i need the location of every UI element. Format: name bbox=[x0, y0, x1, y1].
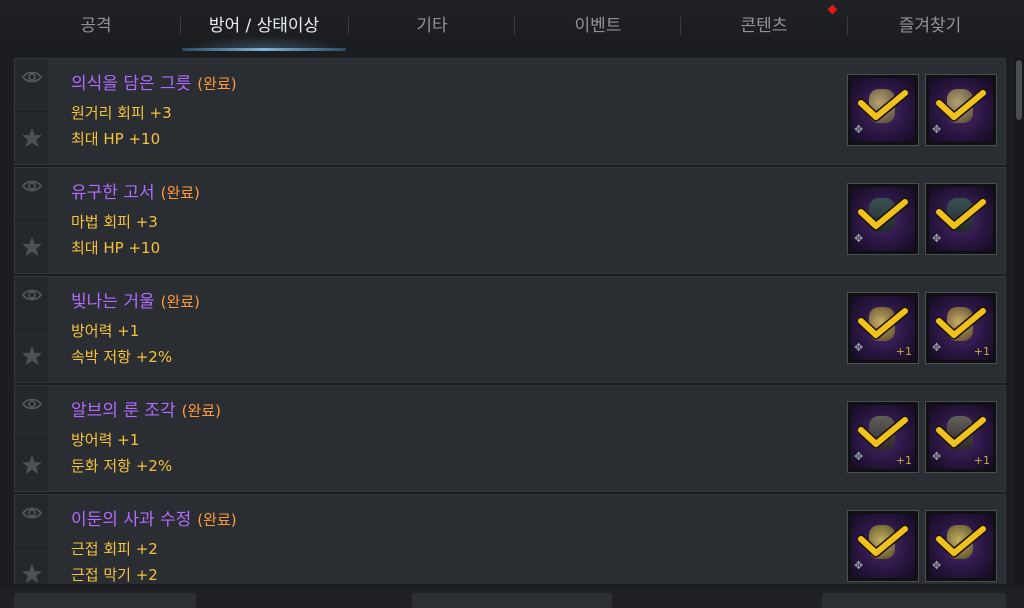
collection-item: 빛나는 거울 (완료) 방어력 +1 속박 저항 +2% ✥ +1 ✥ +1 bbox=[14, 276, 1006, 383]
tab-attack[interactable]: 공격 bbox=[14, 0, 178, 52]
item-side-controls bbox=[15, 277, 50, 382]
item-slot[interactable]: ✥ bbox=[847, 183, 919, 255]
check-icon bbox=[858, 89, 908, 122]
move-icon: ✥ bbox=[854, 232, 864, 245]
tab-content[interactable]: 콘텐츠 bbox=[682, 0, 846, 52]
check-icon bbox=[858, 307, 908, 340]
item-slot[interactable]: ✥ bbox=[847, 74, 919, 146]
star-icon[interactable] bbox=[15, 112, 49, 164]
item-slot[interactable]: ✥ +1 bbox=[847, 401, 919, 473]
item-title: 빛나는 거울 bbox=[71, 292, 155, 312]
item-stat: 속박 저항 +2% bbox=[71, 348, 173, 366]
item-stat: 방어력 +1 bbox=[71, 431, 140, 449]
item-side-controls bbox=[15, 59, 50, 164]
star-icon[interactable] bbox=[15, 439, 49, 491]
tab-divider bbox=[180, 17, 181, 35]
eye-icon[interactable] bbox=[15, 277, 49, 329]
collection-item: 유구한 고서 (완료) 마법 회피 +3 최대 HP +10 ✥ ✥ bbox=[14, 167, 1006, 274]
bottom-tab bbox=[412, 593, 612, 608]
item-slot[interactable]: ✥ bbox=[925, 510, 997, 582]
item-status: (완료) bbox=[160, 184, 200, 202]
bottom-bar bbox=[0, 590, 1024, 608]
move-icon: ✥ bbox=[932, 232, 942, 245]
collection-list: 의식을 담은 그릇 (완료) 원거리 회피 +3 최대 HP +10 ✥ ✥ 유구한 고서 (… bbox=[14, 58, 1006, 584]
collection-item: 의식을 담은 그릇 (완료) 원거리 회피 +3 최대 HP +10 ✥ ✥ bbox=[14, 58, 1006, 165]
eye-icon[interactable] bbox=[15, 386, 49, 438]
item-slot[interactable]: ✥ bbox=[925, 183, 997, 255]
item-slot[interactable]: ✥ bbox=[847, 510, 919, 582]
item-status: (완료) bbox=[160, 293, 200, 311]
star-icon[interactable] bbox=[15, 548, 49, 584]
scrollbar[interactable] bbox=[1014, 58, 1024, 584]
tab-divider bbox=[514, 17, 515, 35]
item-title: 의식을 담은 그릇 bbox=[71, 74, 192, 94]
item-title-row: 알브의 룬 조각 (완료) bbox=[71, 396, 221, 421]
item-stat: 근접 회피 +2 bbox=[71, 540, 158, 558]
item-slot[interactable]: ✥ bbox=[925, 74, 997, 146]
star-icon[interactable] bbox=[15, 221, 49, 273]
item-title-row: 의식을 담은 그릇 (완료) bbox=[71, 69, 237, 94]
item-title-row: 이둔의 사과 수정 (완료) bbox=[71, 505, 237, 530]
scroll-thumb[interactable] bbox=[1016, 60, 1022, 120]
move-icon: ✥ bbox=[932, 559, 942, 572]
item-title-row: 유구한 고서 (완료) bbox=[71, 178, 200, 203]
item-title: 알브의 룬 조각 bbox=[71, 401, 176, 421]
item-title-row: 빛나는 거울 (완료) bbox=[71, 287, 200, 312]
collection-item: 알브의 룬 조각 (완료) 방어력 +1 둔화 저항 +2% ✥ +1 ✥ +1 bbox=[14, 385, 1006, 492]
item-slot[interactable]: ✥ +1 bbox=[925, 292, 997, 364]
item-stat: 둔화 저항 +2% bbox=[71, 457, 173, 475]
item-status: (완료) bbox=[197, 75, 237, 93]
collection-item: 이둔의 사과 수정 (완료) 근접 회피 +2 근접 막기 +2 ✥ ✥ bbox=[14, 494, 1006, 584]
item-stat: 최대 HP +10 bbox=[71, 239, 161, 257]
check-icon bbox=[936, 416, 986, 449]
check-icon bbox=[936, 525, 986, 558]
eye-icon[interactable] bbox=[15, 59, 49, 111]
move-icon: ✥ bbox=[932, 341, 942, 354]
tab-divider bbox=[348, 17, 349, 35]
item-status: (완료) bbox=[181, 402, 221, 420]
item-status: (완료) bbox=[197, 511, 237, 529]
move-icon: ✥ bbox=[854, 123, 864, 136]
check-icon bbox=[936, 198, 986, 231]
slot-quantity: +1 bbox=[973, 454, 990, 467]
tab-etc[interactable]: 기타 bbox=[350, 0, 514, 52]
check-icon bbox=[936, 89, 986, 122]
tab-divider bbox=[680, 17, 681, 35]
item-side-controls bbox=[15, 168, 50, 273]
check-icon bbox=[858, 198, 908, 231]
eye-icon[interactable] bbox=[15, 495, 49, 547]
move-icon: ✥ bbox=[854, 341, 864, 354]
move-icon: ✥ bbox=[854, 450, 864, 463]
star-icon[interactable] bbox=[15, 330, 49, 382]
item-stat: 마법 회피 +3 bbox=[71, 213, 158, 231]
item-side-controls bbox=[15, 386, 50, 491]
slot-quantity: +1 bbox=[973, 345, 990, 358]
slot-quantity: +1 bbox=[895, 345, 912, 358]
item-title: 이둔의 사과 수정 bbox=[71, 510, 192, 530]
eye-icon[interactable] bbox=[15, 168, 49, 220]
item-stat: 방어력 +1 bbox=[71, 322, 140, 340]
move-icon: ✥ bbox=[854, 559, 864, 572]
tab-favorites[interactable]: 즐겨찾기 bbox=[848, 0, 1012, 52]
bottom-tab bbox=[14, 593, 196, 608]
move-icon: ✥ bbox=[932, 450, 942, 463]
item-side-controls bbox=[15, 495, 50, 584]
item-title: 유구한 고서 bbox=[71, 183, 155, 203]
tab-event[interactable]: 이벤트 bbox=[516, 0, 680, 52]
check-icon bbox=[858, 416, 908, 449]
item-slot[interactable]: ✥ +1 bbox=[925, 401, 997, 473]
item-stat: 원거리 회피 +3 bbox=[71, 104, 172, 122]
item-stat: 근접 막기 +2 bbox=[71, 566, 158, 584]
item-slot[interactable]: ✥ +1 bbox=[847, 292, 919, 364]
item-stat: 최대 HP +10 bbox=[71, 130, 161, 148]
bottom-tab bbox=[822, 593, 1006, 608]
check-icon bbox=[858, 525, 908, 558]
active-tab-underline bbox=[182, 48, 346, 51]
category-tab-bar: 공격 방어 / 상태이상 기타 이벤트 콘텐츠 즐겨찾기 bbox=[0, 0, 1024, 52]
slot-quantity: +1 bbox=[895, 454, 912, 467]
check-icon bbox=[936, 307, 986, 340]
move-icon: ✥ bbox=[932, 123, 942, 136]
